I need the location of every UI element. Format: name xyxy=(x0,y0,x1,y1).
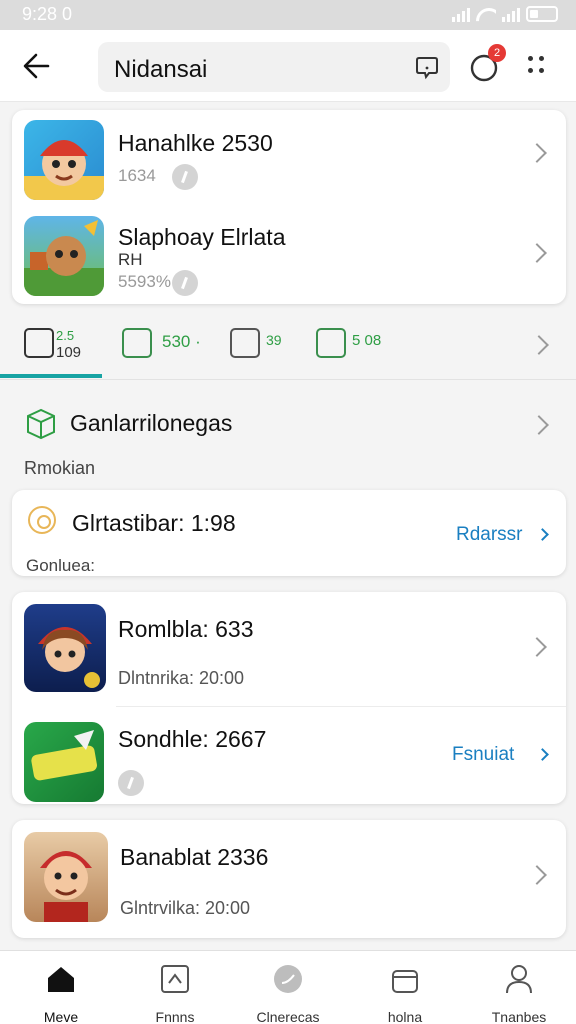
game-name: Banablat 2336 xyxy=(120,844,269,870)
nav-label: Fnnns xyxy=(155,1009,195,1024)
puzzle-icon xyxy=(230,328,260,358)
notification-badge: 2 xyxy=(488,44,506,62)
discover-icon xyxy=(274,965,302,993)
promo-action-link[interactable]: Rdarssr xyxy=(456,524,523,546)
game-meta: 5593% xyxy=(118,272,171,291)
info-icon xyxy=(118,770,144,796)
nav-label: Clnerecas xyxy=(256,1009,320,1024)
nav-item-2[interactable]: Fnnns xyxy=(120,961,230,1024)
list-icon xyxy=(122,328,152,358)
game-name: Romlbla: 633 xyxy=(118,616,254,642)
stat-tab-2[interactable]: 530 · xyxy=(122,328,218,360)
stat-value: 530 · xyxy=(162,332,201,351)
game-meta: Dlntnrika: 20:00 xyxy=(118,668,245,688)
list-item[interactable]: Hanahlke 2530 1634 xyxy=(12,110,566,204)
game-meta: Glntrvilka: 20:00 xyxy=(120,898,251,918)
back-button[interactable] xyxy=(18,48,58,84)
game-developer: RH xyxy=(118,250,143,269)
active-tab-indicator xyxy=(0,374,102,378)
game-avatar-icon xyxy=(24,220,104,296)
game-avatar-icon xyxy=(24,140,104,200)
game-thumbnail xyxy=(24,216,104,296)
status-bar: 9:28 0 xyxy=(0,0,576,30)
user-icon xyxy=(506,965,532,994)
chevron-right-icon xyxy=(527,143,547,163)
stat-value: 5 08 xyxy=(352,332,382,349)
app-header: Nidansai 2 xyxy=(0,30,576,102)
wifi-icon xyxy=(476,6,496,22)
image-icon xyxy=(24,328,54,358)
promo-subtitle: Gonluea: xyxy=(26,556,95,575)
chevron-right-icon[interactable] xyxy=(529,415,549,435)
chevron-right-icon xyxy=(527,243,547,263)
game-thumbnail xyxy=(24,722,104,802)
game-card[interactable]: Banablat 2336 Glntrvilka: 20:00 xyxy=(12,820,566,938)
bottom-navigation: Meve Fnnns Clnerecas holna Tnanbes xyxy=(0,950,576,1024)
game-name: Hanahlke 2530 xyxy=(118,130,273,156)
nav-label: Meve xyxy=(43,1009,79,1024)
home-icon xyxy=(48,967,74,992)
chevron-right-icon xyxy=(527,865,547,885)
notification-button[interactable]: 2 xyxy=(468,44,506,84)
game-name: Sondhle: 2667 xyxy=(118,726,267,752)
list-item[interactable]: Slaphoay Elrlata RH 5593% xyxy=(12,206,566,304)
nav-item-4[interactable]: holna xyxy=(350,961,460,1024)
nav-item-3[interactable]: Clnerecas xyxy=(233,961,343,1024)
game-meta: 1634 xyxy=(118,166,156,185)
stat-tab-1[interactable]: 2.5 109 xyxy=(24,328,104,361)
status-time: 9:28 0 xyxy=(22,4,73,24)
target-icon xyxy=(28,506,56,534)
nav-label: holna xyxy=(387,1009,423,1024)
info-icon xyxy=(172,270,198,296)
featured-games-card: Hanahlke 2530 1634 Slaphoay Elrlata RH 5… xyxy=(12,110,566,304)
game-avatar-icon xyxy=(38,627,100,688)
game-logo-icon xyxy=(31,730,97,781)
bag-icon xyxy=(392,970,418,993)
check-icon xyxy=(316,328,346,358)
stat-top: 2.5 xyxy=(56,328,75,343)
chevron-right-icon xyxy=(536,748,549,761)
divider xyxy=(116,706,566,707)
battery-icon xyxy=(526,6,558,22)
chevron-right-icon[interactable] xyxy=(529,335,549,355)
game-thumbnail xyxy=(24,832,108,922)
stat-bottom: 109 xyxy=(56,344,82,361)
list-item[interactable]: Romlbla: 633 Dlntnrika: 20:00 xyxy=(12,592,566,702)
arrow-left-icon xyxy=(23,53,50,79)
stat-value: 39 xyxy=(266,332,282,348)
stat-tab-3[interactable]: 39 xyxy=(230,328,300,360)
game-thumbnail xyxy=(24,604,106,692)
more-menu-button[interactable] xyxy=(526,54,546,80)
info-icon xyxy=(172,164,198,190)
chevron-right-icon xyxy=(527,637,547,657)
grid-icon xyxy=(161,965,189,993)
section-title[interactable]: Ganlarrilonegas xyxy=(70,410,232,437)
game-action-link[interactable]: Fsnuiat xyxy=(452,744,514,766)
signal-icon-2 xyxy=(502,6,520,22)
search-box[interactable]: Nidansai xyxy=(98,42,450,92)
package-icon xyxy=(27,408,55,440)
section-subtitle: Rmokian xyxy=(24,458,96,478)
game-thumbnail xyxy=(24,120,104,200)
list-item[interactable]: Sondhle: 2667 Fsnuiat xyxy=(12,708,566,804)
stats-tabs: 2.5 109 530 · 39 5 08 xyxy=(0,310,576,380)
game-list-card: Romlbla: 633 Dlntnrika: 20:00 Sondhle: 2… xyxy=(12,592,566,804)
message-icon[interactable] xyxy=(414,54,440,80)
signal-icon xyxy=(452,6,470,22)
game-avatar-icon xyxy=(40,851,92,922)
nav-item-home[interactable]: Meve xyxy=(6,961,116,1024)
stat-tab-4[interactable]: 5 08 xyxy=(316,328,406,360)
game-name: Slaphoay Elrlata xyxy=(118,224,286,250)
header-title: Nidansai xyxy=(114,56,208,83)
nav-item-profile[interactable]: Tnanbes xyxy=(464,961,574,1024)
promo-title: Glrtastibar: 1:98 xyxy=(72,510,236,536)
status-icons xyxy=(452,6,558,22)
nav-label: Tnanbes xyxy=(491,1009,547,1024)
